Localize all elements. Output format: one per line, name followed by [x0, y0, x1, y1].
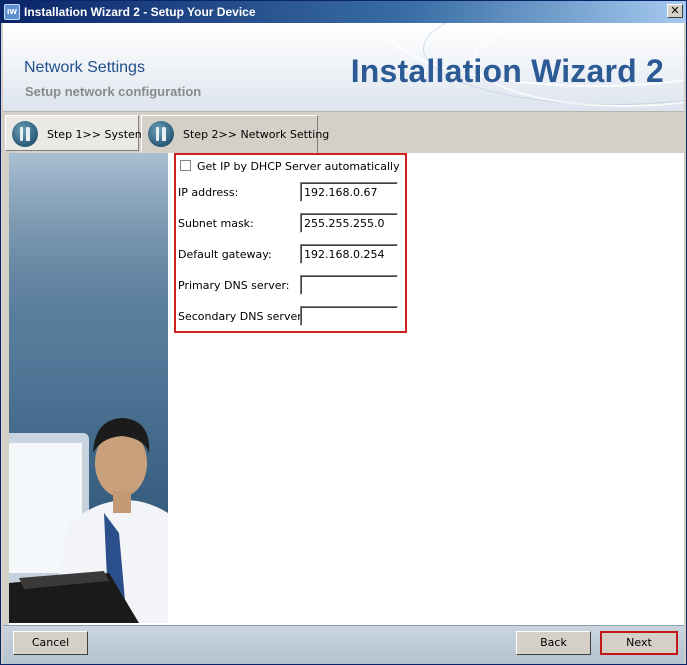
step-tabs: Step 1>> System Step 2>> Network Setting	[3, 111, 684, 154]
secondary-dns-label: Secondary DNS server:	[178, 310, 306, 323]
subnet-mask-input[interactable]: 255.255.255.0	[300, 213, 398, 233]
installation-wizard-window: IW Installation Wizard 2 - Setup Your De…	[0, 0, 687, 665]
network-settings-form: Get IP by DHCP Server automatically IP a…	[174, 153, 407, 333]
wizard-footer: Cancel Back Next	[3, 625, 684, 664]
next-button[interactable]: Next	[600, 631, 678, 655]
wizard-content: Get IP by DHCP Server automatically IP a…	[9, 153, 684, 625]
wizard-header: Network Settings Setup network configura…	[3, 23, 684, 111]
tools-icon	[12, 121, 38, 147]
subnet-mask-label: Subnet mask:	[178, 217, 254, 230]
primary-dns-input[interactable]	[300, 275, 398, 295]
ip-address-input[interactable]: 192.168.0.67	[300, 182, 398, 202]
tools-icon	[148, 121, 174, 147]
close-button[interactable]: ✕	[667, 4, 683, 18]
tab-step-1-system[interactable]: Step 1>> System	[5, 115, 146, 151]
title-bar: IW Installation Wizard 2 - Setup Your De…	[1, 1, 686, 23]
default-gateway-label: Default gateway:	[178, 248, 272, 261]
secondary-dns-input[interactable]	[300, 306, 398, 326]
tab-step-2-network-setting[interactable]: Step 2>> Network Setting	[141, 115, 329, 154]
section-title: Network Settings	[24, 59, 145, 76]
back-button[interactable]: Back	[516, 631, 591, 655]
default-gateway-input[interactable]: 192.168.0.254	[300, 244, 398, 264]
businessman-photo	[9, 153, 168, 623]
section-subtitle: Setup network configuration	[25, 84, 202, 99]
tab-label: Step 1>> System	[47, 128, 146, 141]
cancel-button[interactable]: Cancel	[13, 631, 88, 655]
window-title: Installation Wizard 2 - Setup Your Devic…	[24, 5, 256, 19]
tab-label: Step 2>> Network Setting	[183, 128, 330, 141]
brand-title: Installation Wizard 2	[350, 53, 664, 89]
app-icon: IW	[4, 4, 20, 20]
dhcp-checkbox[interactable]	[180, 160, 191, 171]
primary-dns-label: Primary DNS server:	[178, 279, 290, 292]
ip-address-label: IP address:	[178, 186, 239, 199]
dhcp-label: Get IP by DHCP Server automatically	[197, 160, 400, 173]
